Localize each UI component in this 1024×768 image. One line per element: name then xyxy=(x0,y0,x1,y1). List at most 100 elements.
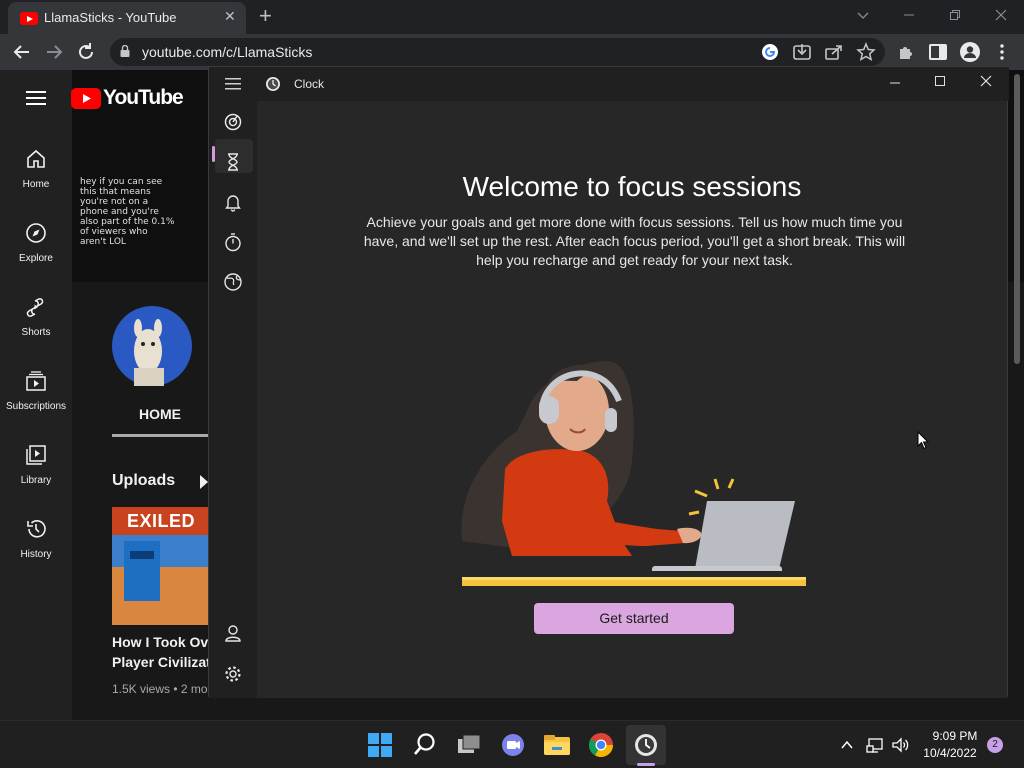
nav-shorts[interactable]: Shorts xyxy=(0,296,72,340)
system-time[interactable]: 9:09 PM xyxy=(926,729,984,743)
play-all-icon[interactable] xyxy=(200,475,208,489)
notification-badge[interactable]: 2 xyxy=(987,737,1003,753)
library-icon xyxy=(26,445,46,465)
tab-close-icon[interactable]: ✕ xyxy=(224,8,236,25)
system-date[interactable]: 10/4/2022 xyxy=(920,746,980,760)
nav-home[interactable]: Home xyxy=(0,148,72,192)
close-icon[interactable] xyxy=(980,75,992,87)
nav-explore-label: Explore xyxy=(19,253,53,264)
video-title-line1[interactable]: How I Took Ove xyxy=(112,634,216,650)
hamburger-menu-icon[interactable] xyxy=(26,90,46,106)
spark-4-shape xyxy=(688,510,700,516)
home-icon xyxy=(27,149,45,168)
maximize-icon[interactable] xyxy=(934,75,946,87)
new-tab-button[interactable]: + xyxy=(259,4,272,28)
video-meta: 1.5K views • 2 mo xyxy=(112,682,208,696)
file-explorer-icon[interactable] xyxy=(541,729,573,761)
history-icon xyxy=(27,520,46,538)
page-scrollbar-thumb[interactable] xyxy=(1014,74,1020,364)
nav-library[interactable]: Library xyxy=(0,444,72,488)
thumbnail-character-face xyxy=(130,551,154,559)
nav-shorts-label: Shorts xyxy=(21,327,51,338)
focus-sessions-icon[interactable] xyxy=(222,111,244,133)
start-windows-icon[interactable] xyxy=(364,729,396,761)
google-lens-icon[interactable] xyxy=(759,41,781,63)
hamburger-menu-icon[interactable] xyxy=(225,77,241,91)
close-window-icon[interactable] xyxy=(995,9,1007,21)
youtube-favicon-icon xyxy=(20,12,38,25)
bookmark-star-icon[interactable] xyxy=(855,41,877,63)
clock-app-title: Clock xyxy=(294,77,325,91)
thumbnail-text: EXILED xyxy=(127,511,196,531)
uploads-heading[interactable]: Uploads xyxy=(112,472,175,490)
minimize-icon[interactable] xyxy=(903,9,915,21)
forward-arrow-icon[interactable] xyxy=(43,41,65,63)
spark-3-shape xyxy=(727,478,735,489)
chevron-up-icon[interactable] xyxy=(840,738,854,752)
share-icon[interactable] xyxy=(823,41,845,63)
more-menu-icon[interactable] xyxy=(991,41,1013,63)
laptop-screen-shape xyxy=(695,501,795,569)
timer-hourglass-icon[interactable] xyxy=(222,151,244,173)
nav-history[interactable]: History xyxy=(0,518,72,562)
browser-tabstrip: LlamaSticks - YouTube ✕ + xyxy=(0,0,1024,34)
clock-titlebar[interactable]: Clock xyxy=(209,67,1009,101)
browser-tab[interactable]: LlamaSticks - YouTube ✕ xyxy=(8,2,246,34)
nav-history-label: History xyxy=(20,549,52,560)
network-icon[interactable] xyxy=(866,736,884,754)
tab-search-icon[interactable] xyxy=(857,9,869,21)
teams-chat-icon[interactable] xyxy=(497,729,529,761)
clock-navigation-rail xyxy=(209,101,257,698)
laptop-base-shape xyxy=(652,566,782,571)
side-panel-icon[interactable] xyxy=(927,41,949,63)
world-clock-icon[interactable] xyxy=(222,271,244,293)
volume-icon[interactable] xyxy=(891,736,909,754)
channel-avatar[interactable] xyxy=(112,306,192,386)
page-description: Achieve your goals and get more done wit… xyxy=(363,214,906,268)
tab-home-underline xyxy=(112,434,208,437)
clock-taskbar-icon[interactable] xyxy=(630,729,662,761)
install-app-icon[interactable] xyxy=(791,41,813,63)
get-started-button[interactable]: Get started xyxy=(534,603,734,634)
restore-icon[interactable] xyxy=(949,9,961,21)
stopwatch-icon[interactable] xyxy=(222,231,244,253)
reload-icon[interactable] xyxy=(75,41,97,63)
nav-home-label: Home xyxy=(22,179,50,190)
nav-library-label: Library xyxy=(20,475,52,486)
focus-sessions-page: Welcome to focus sessions Achieve your g… xyxy=(257,101,1007,698)
active-app-indicator xyxy=(637,763,655,766)
back-arrow-icon[interactable] xyxy=(11,41,33,63)
clock-window: Clock Welcome to focus sessions Achieve … xyxy=(208,66,1009,698)
mouse-cursor-icon xyxy=(917,431,929,450)
page-title: Welcome to focus sessions xyxy=(462,171,802,202)
subscriptions-icon xyxy=(26,371,46,391)
browser-toolbar: youtube.com/c/LlamaSticks xyxy=(0,34,1024,70)
nav-subscriptions-label: Subscriptions xyxy=(5,401,67,412)
shorts-icon xyxy=(26,298,44,317)
chrome-icon[interactable] xyxy=(585,729,617,761)
nav-explore[interactable]: Explore xyxy=(0,222,72,266)
nav-subscriptions[interactable]: Subscriptions xyxy=(0,370,72,414)
minimize-icon[interactable] xyxy=(889,77,901,89)
search-icon[interactable] xyxy=(409,729,441,761)
tab-home[interactable]: HOME xyxy=(112,406,208,422)
alarm-bell-icon[interactable] xyxy=(222,191,244,213)
profile-icon[interactable] xyxy=(959,41,981,63)
headphone-right-shape xyxy=(605,408,617,432)
spark-1-shape xyxy=(694,489,708,498)
spark-2-shape xyxy=(713,478,720,490)
youtube-logo-text[interactable]: YouTube xyxy=(103,86,184,110)
video-title-line2[interactable]: Player Civilizati xyxy=(112,654,215,670)
desk-highlight xyxy=(462,577,806,580)
video-thumbnail[interactable]: EXILED xyxy=(112,507,208,625)
thumbnail-character xyxy=(124,541,160,601)
lock-icon[interactable] xyxy=(120,45,130,57)
youtube-logo-icon[interactable] xyxy=(71,88,101,109)
settings-gear-icon[interactable] xyxy=(222,663,244,685)
account-icon[interactable] xyxy=(222,622,244,644)
extensions-icon[interactable] xyxy=(895,41,917,63)
url-text[interactable]: youtube.com/c/LlamaSticks xyxy=(142,44,312,60)
task-view-icon[interactable] xyxy=(453,729,485,761)
focus-illustration xyxy=(461,361,795,571)
taskbar: 9:09 PM 10/4/2022 2 xyxy=(0,720,1024,768)
